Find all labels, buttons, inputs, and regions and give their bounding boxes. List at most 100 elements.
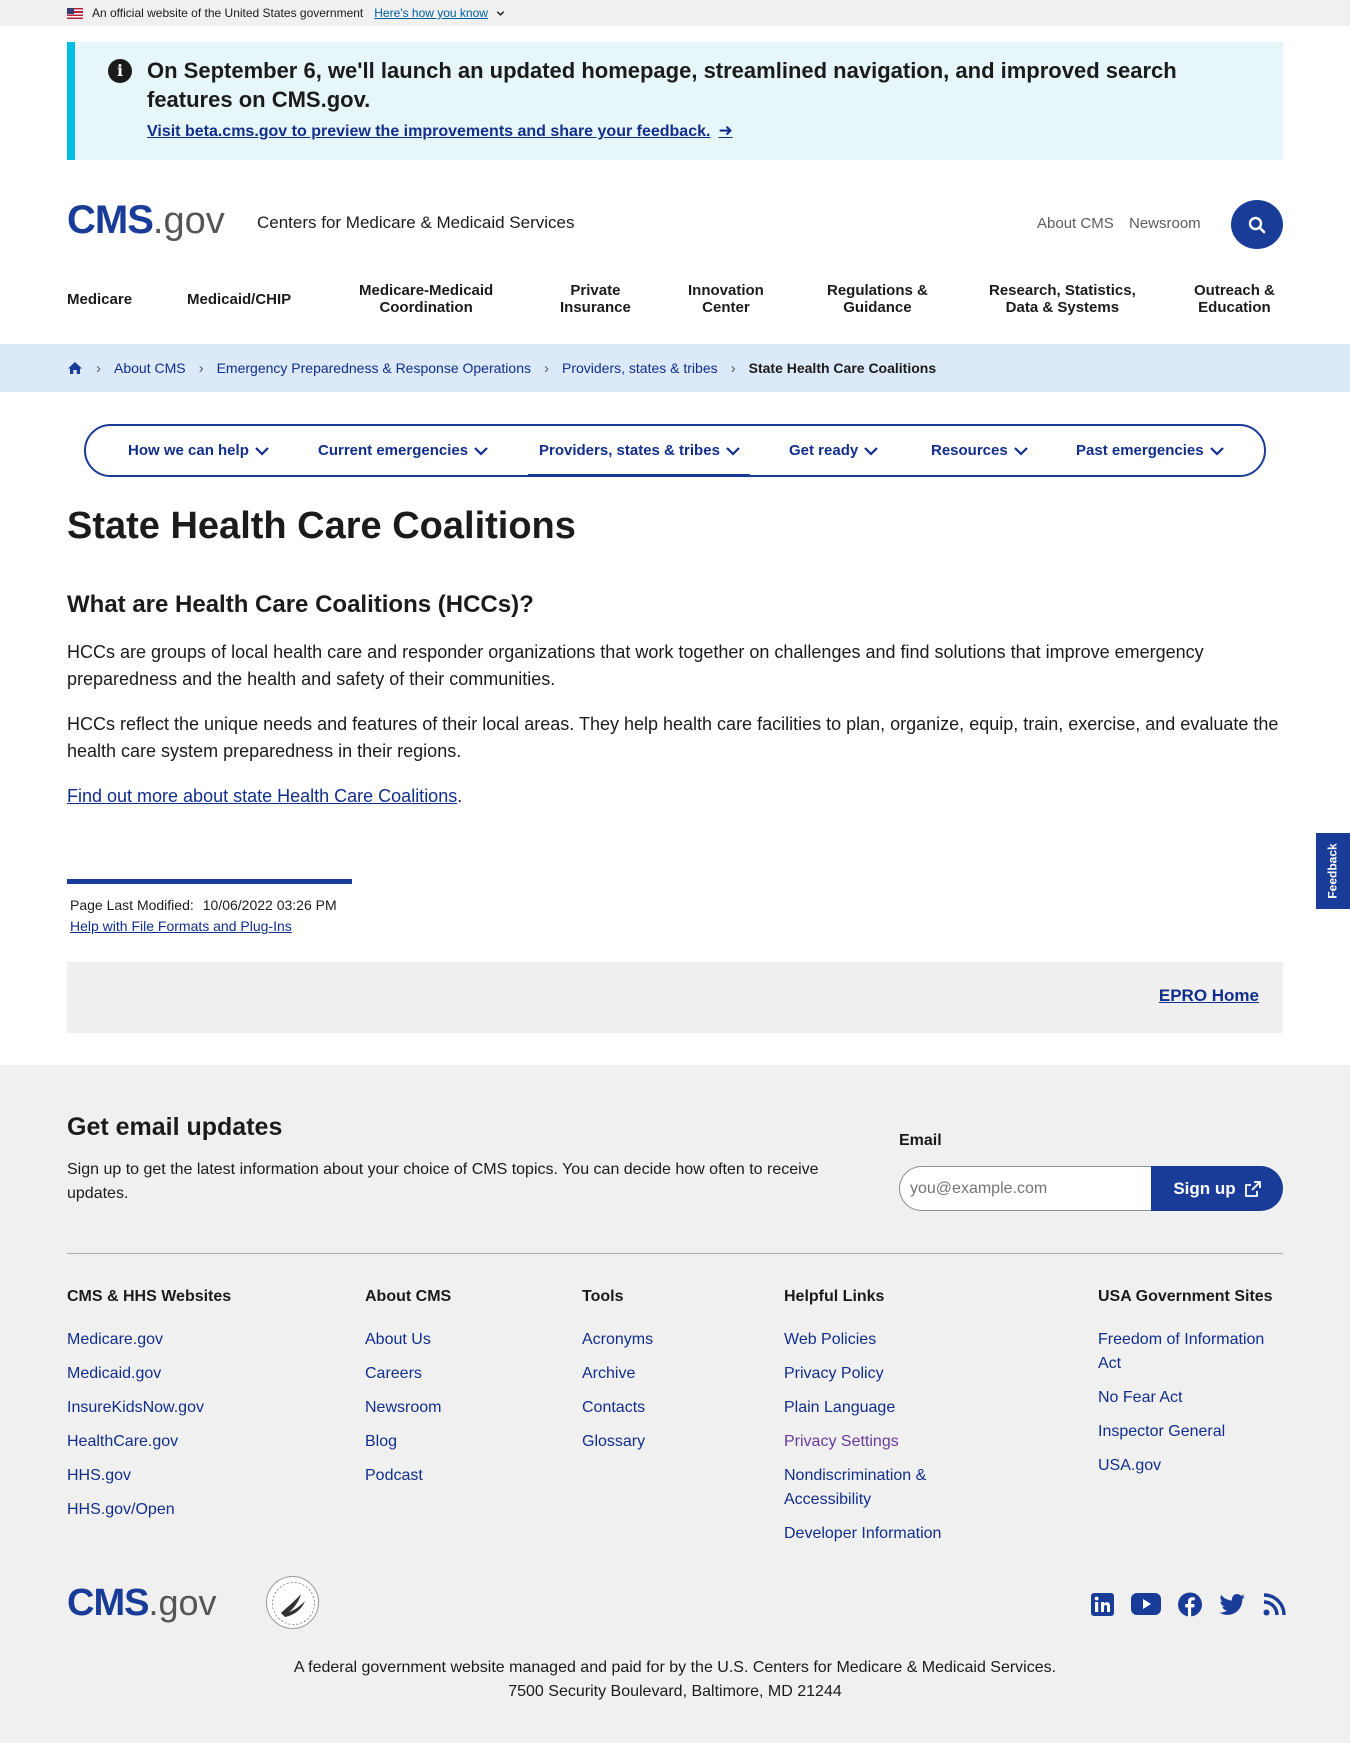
footer-link[interactable]: Glossary — [582, 1430, 653, 1454]
twitter-icon[interactable] — [1219, 1592, 1245, 1616]
email-updates-heading: Get email updates — [67, 1113, 283, 1141]
chevron-down-icon[interactable] — [496, 9, 505, 18]
linkedin-icon[interactable] — [1090, 1592, 1114, 1616]
footer-cms-logo[interactable]: CMS .gov — [67, 1582, 217, 1625]
arrow-right-icon: ➜ — [718, 121, 733, 140]
paragraph-3-suffix: . — [457, 786, 463, 806]
meta-divider — [67, 879, 352, 884]
utility-newsroom[interactable]: Newsroom — [1129, 215, 1201, 232]
footer-link[interactable]: Medicare.gov — [67, 1328, 231, 1352]
footer-link[interactable]: About Us — [365, 1328, 451, 1352]
gov-banner: An official website of the United States… — [0, 0, 1350, 26]
footer-link[interactable]: Developer Information — [784, 1522, 974, 1546]
email-input[interactable] — [899, 1166, 1152, 1211]
breadcrumb-about-cms[interactable]: About CMS — [114, 360, 186, 376]
footer-col-cms-hhs: CMS & HHS Websites Medicare.gov Medicaid… — [67, 1288, 231, 1532]
footer-col-helpful-links: Helpful Links Web Policies Privacy Polic… — [784, 1288, 974, 1556]
subnav-providers-states-tribes[interactable]: Providers, states & tribes — [539, 442, 741, 459]
footer-link[interactable]: Contacts — [582, 1396, 653, 1420]
footer-link[interactable]: Freedom of Information Act — [1098, 1328, 1283, 1376]
page-title: State Health Care Coalitions — [67, 505, 576, 547]
home-icon[interactable] — [67, 361, 83, 375]
rss-icon[interactable] — [1262, 1592, 1286, 1616]
how-you-know-link[interactable]: Here's how you know — [374, 6, 488, 20]
breadcrumb-providers[interactable]: Providers, states & tribes — [562, 360, 718, 376]
subnav-get-ready[interactable]: Get ready — [789, 442, 879, 459]
breadcrumb-separator-icon: › — [544, 359, 549, 377]
chevron-down-icon — [726, 446, 740, 456]
cms-logo[interactable]: CMS .gov — [67, 198, 225, 243]
footer-col-title: About CMS — [365, 1288, 452, 1305]
subnav-current-emergencies[interactable]: Current emergencies — [318, 442, 489, 459]
footer-col-title: CMS & HHS Websites — [67, 1288, 232, 1305]
section-heading: What are Health Care Coalitions (HCCs)? — [67, 591, 534, 618]
nav-outreach-education[interactable]: Outreach & Education — [1194, 282, 1275, 316]
hhs-seal-icon[interactable] — [266, 1576, 319, 1629]
footer-link[interactable]: Plain Language — [784, 1396, 974, 1420]
epro-box: EPRO Home — [67, 962, 1283, 1033]
subnav-how-we-can-help[interactable]: How we can help — [128, 442, 270, 459]
subnav-active-indicator — [528, 474, 750, 477]
footer-link[interactable]: USA.gov — [1098, 1454, 1283, 1478]
breadcrumb-emergency-preparedness[interactable]: Emergency Preparedness & Response Operat… — [217, 360, 531, 376]
utility-about-cms[interactable]: About CMS — [1037, 215, 1114, 232]
footer-link[interactable]: Blog — [365, 1430, 451, 1454]
footer-link[interactable]: Inspector General — [1098, 1420, 1283, 1444]
find-out-more-link[interactable]: Find out more about state Health Care Co… — [67, 786, 457, 806]
footer-link[interactable]: No Fear Act — [1098, 1386, 1283, 1410]
footer-link[interactable]: Newsroom — [365, 1396, 451, 1420]
footer-link[interactable]: Web Policies — [784, 1328, 974, 1352]
alert-beta-link[interactable]: Visit beta.cms.gov to preview the improv… — [147, 121, 733, 141]
feedback-label: Feedback — [1326, 843, 1341, 899]
footer-col-about-cms: About CMS About Us Careers Newsroom Blog… — [365, 1288, 451, 1498]
footer-col-tools: Tools Acronyms Archive Contacts Glossary — [582, 1288, 653, 1464]
footer-link[interactable]: Acronyms — [582, 1328, 653, 1352]
breadcrumb-current: State Health Care Coalitions — [748, 360, 937, 376]
nav-private-insurance[interactable]: Private Insurance — [560, 282, 631, 316]
logo-gov-text: .gov — [152, 200, 225, 242]
footer-link[interactable]: Archive — [582, 1362, 653, 1386]
chevron-down-icon — [1209, 446, 1224, 456]
footer-link[interactable]: Medicaid.gov — [67, 1362, 231, 1386]
epro-home-link[interactable]: EPRO Home — [1159, 986, 1259, 1006]
subnav-resources[interactable]: Resources — [931, 442, 1029, 459]
main-nav: Medicare Medicaid/CHIP Medicare-Medicaid… — [67, 272, 1283, 332]
subnav-underline — [750, 475, 1050, 477]
footer-link[interactable]: HHS.gov — [67, 1464, 231, 1488]
footer-link[interactable]: Privacy Settings — [784, 1430, 974, 1454]
nav-innovation-center[interactable]: Innovation Center — [688, 282, 764, 316]
footer-link[interactable]: InsureKidsNow.gov — [67, 1396, 231, 1420]
search-button[interactable] — [1231, 200, 1283, 249]
subnav-underline — [294, 475, 528, 477]
footer-link[interactable]: Privacy Policy — [784, 1362, 974, 1386]
signup-button[interactable]: Sign up — [1151, 1166, 1283, 1211]
footer-link[interactable]: Podcast — [365, 1464, 451, 1488]
facebook-icon[interactable] — [1178, 1592, 1202, 1616]
nav-regulations-guidance[interactable]: Regulations & Guidance — [827, 282, 928, 316]
footer-link[interactable]: Careers — [365, 1362, 451, 1386]
email-updates-description: Sign up to get the latest information ab… — [67, 1161, 819, 1202]
subnav-past-emergencies[interactable]: Past emergencies — [1076, 442, 1225, 459]
footer-link[interactable]: HHS.gov/Open — [67, 1498, 231, 1522]
footer-legal-line-1: A federal government website managed and… — [293, 1659, 1057, 1676]
footer-address: 7500 Security Boulevard, Baltimore, MD 2… — [508, 1683, 842, 1700]
feedback-tab[interactable]: Feedback — [1316, 833, 1350, 909]
nav-medicare-medicaid-coordination[interactable]: Medicare-Medicaid Coordination — [359, 282, 493, 316]
gov-banner-text: An official website of the United States… — [92, 6, 364, 20]
search-icon — [1248, 216, 1266, 233]
help-file-formats-link[interactable]: Help with File Formats and Plug-Ins — [70, 918, 292, 934]
chevron-down-icon — [864, 446, 878, 456]
social-links — [1073, 1592, 1286, 1616]
nav-medicare[interactable]: Medicare — [67, 291, 132, 308]
logo-cms-text: CMS — [67, 1582, 149, 1624]
info-icon: i — [108, 59, 132, 83]
last-modified-label: Page Last Modified: — [70, 897, 194, 913]
site-alert: i On September 6, we'll launch an update… — [67, 42, 1283, 160]
site-name: Centers for Medicare & Medicaid Services — [257, 213, 575, 232]
footer-link[interactable]: Nondiscrimination & Accessibility — [784, 1464, 974, 1512]
nav-research-statistics[interactable]: Research, Statistics, Data & Systems — [989, 282, 1136, 316]
nav-medicaid-chip[interactable]: Medicaid/CHIP — [187, 291, 291, 308]
footer-link[interactable]: HealthCare.gov — [67, 1430, 231, 1454]
breadcrumb-separator-icon: › — [730, 359, 736, 377]
youtube-icon[interactable] — [1131, 1592, 1161, 1616]
